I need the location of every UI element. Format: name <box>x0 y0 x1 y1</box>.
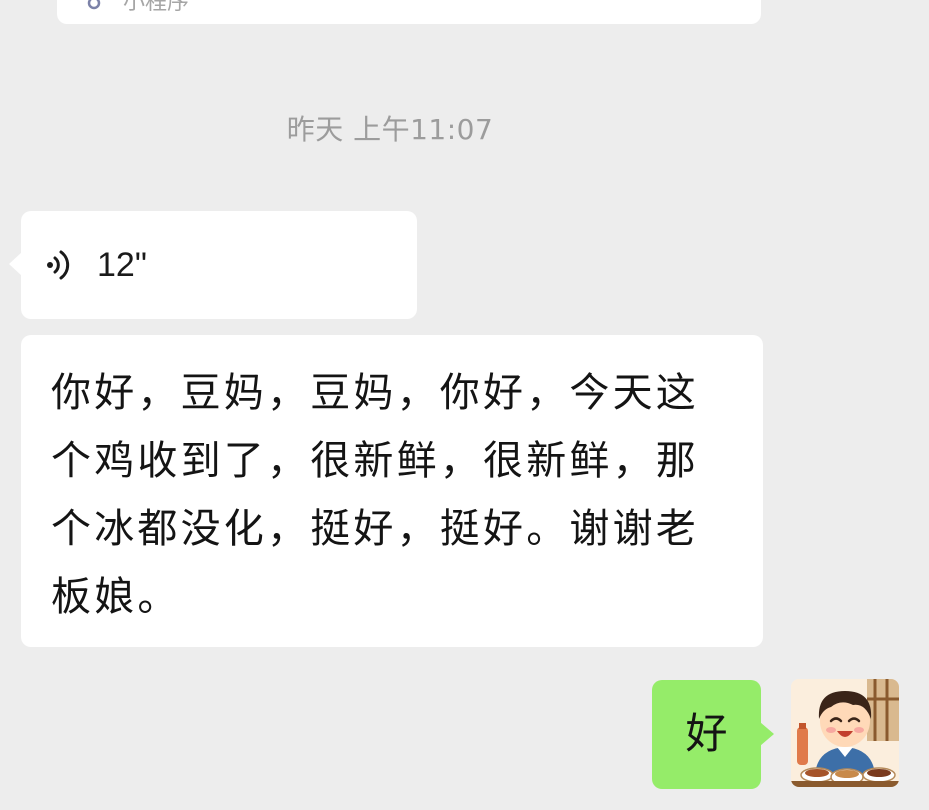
voice-transcript-card[interactable]: 你好，豆妈，豆妈，你好，今天这个鸡收到了，很新鲜，很新鲜，那个冰都没化，挺好，挺… <box>21 335 763 647</box>
avatar-illustration <box>791 679 899 787</box>
outgoing-message-text: 好 <box>685 709 728 758</box>
voice-transcript-text: 你好，豆妈，豆妈，你好，今天这个鸡收到了，很新鲜，很新鲜，那个冰都没化，挺好，挺… <box>51 370 699 620</box>
outgoing-message-bubble[interactable]: 好 <box>652 680 774 789</box>
message-timestamp: 昨天 上午11:07 <box>286 113 494 146</box>
avatar[interactable] <box>791 679 899 787</box>
mini-program-icon <box>87 0 101 10</box>
mini-program-label: 小程序 <box>123 0 190 15</box>
voice-wave-icon <box>47 250 70 280</box>
voice-duration: 12" <box>97 246 147 284</box>
voice-message-bubble[interactable]: 12" <box>9 211 417 319</box>
mini-program-card[interactable]: 小程序 <box>57 0 761 24</box>
